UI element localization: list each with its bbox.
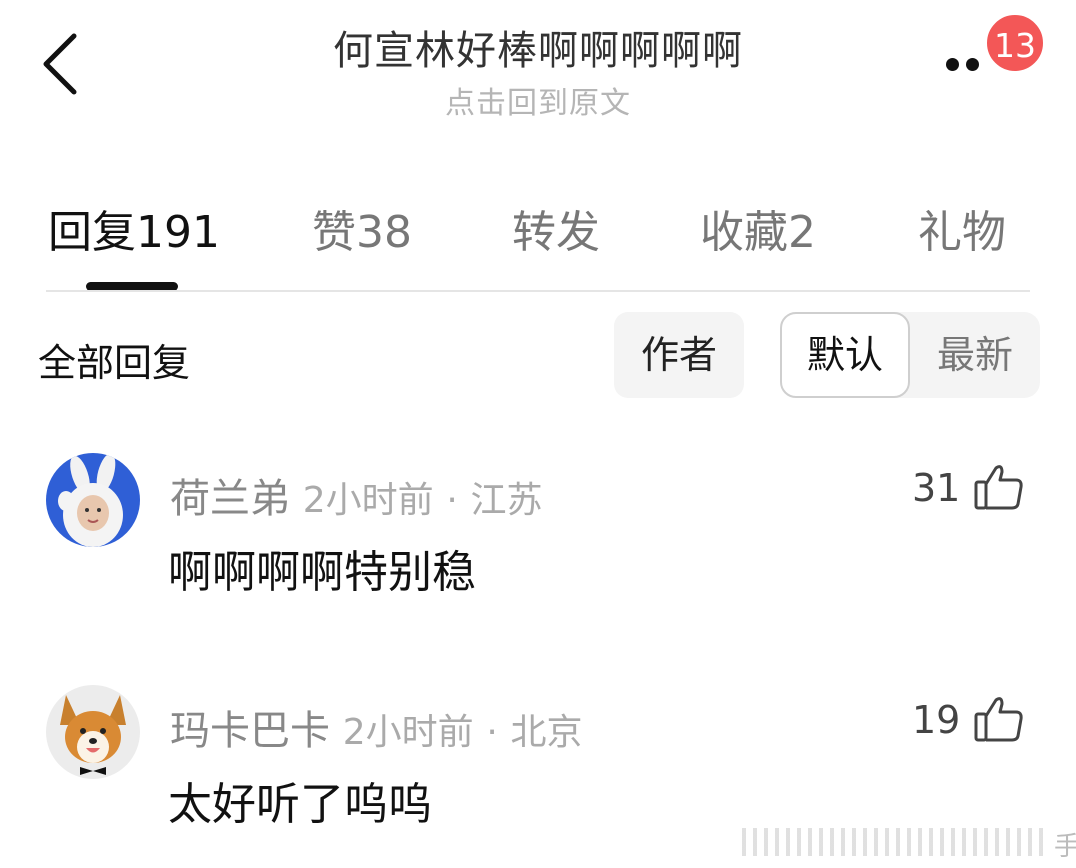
comment-text: 啊啊啊啊特别稳: [168, 547, 476, 598]
sort-toggle: 默认 最新: [780, 312, 1040, 398]
tab-bar: 回复191 赞38 转发 收藏2 礼物: [0, 196, 1076, 266]
comment-meta: 玛卡巴卡 2小时前 · 北京: [170, 698, 583, 756]
like-count[interactable]: 19: [912, 698, 960, 742]
tab-count: 38: [356, 207, 412, 258]
avatar[interactable]: [46, 453, 140, 547]
tab-reposts[interactable]: 转发: [512, 196, 600, 260]
tab-likes[interactable]: 赞38: [312, 196, 412, 260]
tab-replies[interactable]: 回复191: [48, 196, 220, 260]
tab-label: 赞: [312, 207, 356, 258]
tab-gifts[interactable]: 礼物: [918, 196, 1006, 260]
tab-label: 回复: [48, 207, 136, 258]
comment-meta: 荷兰弟 2小时前 · 江苏: [170, 466, 543, 524]
tab-label: 收藏: [700, 207, 788, 258]
like-count[interactable]: 31: [912, 466, 960, 510]
thumbs-up-icon[interactable]: [972, 692, 1026, 746]
watermark-char: 手: [1054, 832, 1076, 862]
corgi-dog-avatar: [46, 685, 140, 779]
notification-badge[interactable]: 13: [984, 12, 1046, 74]
tab-label: 礼物: [918, 207, 1006, 258]
more-dots-icon: [946, 58, 959, 71]
tab-label: 转发: [512, 207, 600, 258]
meta-separator: ·: [486, 712, 498, 753]
comment-text: 太好听了呜呜: [168, 779, 432, 830]
more-options-button[interactable]: [940, 52, 990, 76]
watermark: [742, 828, 1076, 858]
page-title: 何宣林好棒啊啊啊啊啊: [333, 28, 743, 74]
author-filter-button[interactable]: 作者: [614, 312, 744, 398]
sort-default-button[interactable]: 默认: [780, 312, 910, 398]
tab-favorites[interactable]: 收藏2: [700, 196, 816, 260]
comment-time: 2小时前: [302, 480, 434, 521]
meta-separator: ·: [446, 480, 458, 521]
more-dots-icon: [966, 58, 979, 71]
username[interactable]: 玛卡巴卡: [170, 708, 330, 754]
sort-latest-button[interactable]: 最新: [910, 312, 1040, 398]
tab-divider: [46, 290, 1030, 292]
watermark-stripes: [742, 828, 1046, 856]
tab-count: 2: [788, 207, 816, 258]
avatar[interactable]: [46, 685, 140, 779]
comment-item: 荷兰弟 2小时前 · 江苏 啊啊啊啊特别稳 31: [0, 450, 1076, 630]
thumbs-up-icon[interactable]: [972, 460, 1026, 514]
rabbit-costume-avatar: [46, 453, 140, 547]
tab-count: 191: [136, 207, 220, 258]
username[interactable]: 荷兰弟: [170, 476, 290, 522]
back-to-original-link[interactable]: 点击回到原文: [0, 78, 1076, 122]
comment-location: 江苏: [470, 480, 543, 521]
comment-time: 2小时前: [342, 712, 474, 753]
comment-location: 北京: [510, 712, 583, 753]
all-replies-label: 全部回复: [38, 341, 191, 385]
